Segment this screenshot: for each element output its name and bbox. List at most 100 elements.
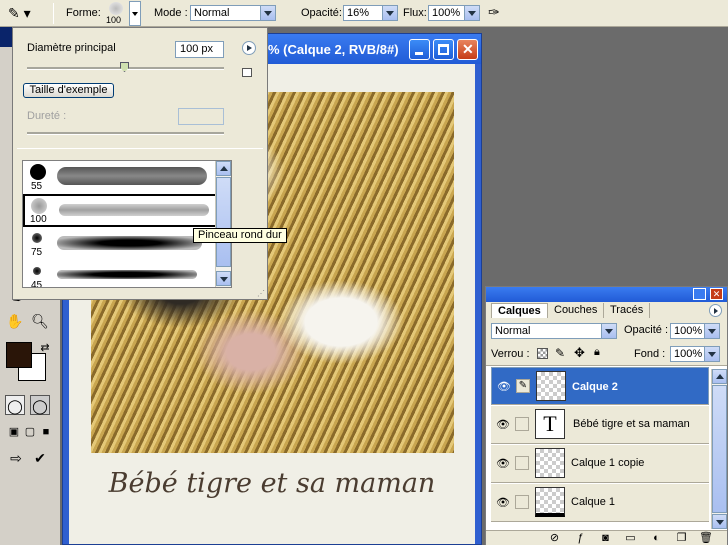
flux-label: Flux:: [403, 7, 427, 19]
layers-palette-header[interactable]: ✕: [486, 287, 727, 302]
brush-preview-picker[interactable]: 100: [104, 1, 128, 26]
diameter-input[interactable]: 100 px: [175, 41, 224, 58]
brush-size-label: 100: [30, 214, 47, 225]
layer-row[interactable]: 👁︎ Calque 1: [491, 484, 709, 522]
fill-value: 100%: [674, 348, 703, 360]
swap-colors-icon[interactable]: ⇄: [35, 338, 55, 358]
brush-preset-list[interactable]: 55 100 75 45: [22, 160, 232, 288]
close-button[interactable]: ✕: [457, 39, 478, 60]
airbrush-icon[interactable]: ✑: [488, 4, 508, 22]
arrow-right-icon: [247, 45, 252, 51]
brush-size-label: 45: [31, 280, 43, 288]
palette-menu-icon[interactable]: [709, 304, 722, 317]
chevron-down-icon: [601, 324, 616, 338]
opacity-field[interactable]: 16%: [343, 5, 398, 21]
layers-footer-toolbar: ⊘ ƒ ◙ ▭ ◐ ❐ 🗑︎: [486, 530, 727, 545]
layer-row[interactable]: 👁︎ ✎ Calque 2: [491, 367, 709, 405]
lock-transparency-icon[interactable]: [537, 348, 548, 359]
close-button[interactable]: ✕: [710, 288, 723, 300]
lock-all-icon[interactable]: 🔒︎: [594, 346, 600, 359]
chevron-down-icon: [716, 520, 724, 525]
scroll-thumb[interactable]: [712, 385, 727, 513]
eye-icon[interactable]: 👁︎: [495, 418, 511, 432]
brush-stroke-preview: [59, 204, 209, 216]
arrow-right-icon[interactable]: [704, 324, 719, 338]
diameter-slider-thumb[interactable]: [120, 62, 129, 72]
scroll-down-button[interactable]: [216, 271, 231, 286]
hardness-label: Dureté :: [27, 110, 67, 122]
brush-icon[interactable]: ✎: [516, 379, 530, 393]
layer-row[interactable]: 👁︎ T Bébé tigre et sa maman: [491, 406, 709, 444]
brush-preset-item-selected[interactable]: 100: [23, 194, 217, 227]
brush-preset-item[interactable]: 55: [23, 161, 217, 194]
scroll-thumb[interactable]: [216, 177, 231, 267]
tab-channels[interactable]: Couches: [548, 303, 605, 318]
link-icon[interactable]: [515, 417, 529, 431]
layer-opacity-field[interactable]: 100%: [670, 323, 720, 339]
brush-preset-item[interactable]: 45: [23, 260, 217, 288]
lock-pixels-icon[interactable]: ✎: [555, 346, 565, 360]
new-group-icon[interactable]: ▭: [624, 532, 637, 544]
scroll-up-button[interactable]: [712, 369, 727, 384]
hardness-slider[interactable]: [27, 132, 224, 135]
quick-mask-mode-icon[interactable]: ◯: [30, 395, 50, 415]
tab-layers[interactable]: Calques: [491, 303, 548, 318]
photo-caption: Bébé tigre et sa maman: [108, 468, 436, 499]
eye-icon[interactable]: 👁︎: [495, 457, 511, 471]
arrow-right-icon[interactable]: [464, 6, 479, 20]
arrow-right-icon[interactable]: [382, 6, 397, 20]
edit-icon[interactable]: ✔: [30, 448, 50, 468]
layer-style-icon[interactable]: ƒ: [574, 532, 587, 544]
eye-icon[interactable]: 👁︎: [495, 496, 511, 510]
layer-mask-icon[interactable]: ◙: [599, 532, 612, 544]
standard-mode-icon[interactable]: ◯: [5, 395, 25, 415]
brush-preset-item[interactable]: 75: [23, 227, 217, 260]
resize-grip-icon[interactable]: ⋰: [257, 289, 267, 299]
hand-tool-icon[interactable]: ✋: [5, 311, 25, 331]
mode-select-value: Normal: [194, 7, 230, 19]
chevron-up-icon: [716, 374, 724, 379]
brush-size-label: 75: [31, 247, 43, 258]
mode-select[interactable]: Normal: [190, 5, 276, 21]
layer-row[interactable]: 👁︎ Calque 1 copie: [491, 445, 709, 483]
eye-icon[interactable]: 👁︎: [496, 380, 512, 394]
jump-to-imageready-icon[interactable]: ⇨: [6, 448, 26, 468]
maximize-button[interactable]: [433, 39, 454, 60]
fill-field[interactable]: 100%: [670, 346, 720, 362]
flux-field[interactable]: 100%: [428, 5, 480, 21]
minimize-button[interactable]: [409, 39, 430, 60]
trash-icon[interactable]: 🗑︎: [699, 532, 713, 544]
layer-name: Calque 1 copie: [571, 457, 645, 469]
brush-tip-icon: [32, 233, 42, 243]
layer-name: Calque 1: [571, 496, 616, 508]
adjustment-layer-icon[interactable]: ◐: [650, 532, 663, 544]
brush-tip-icon: [31, 198, 47, 214]
arrow-right-icon[interactable]: [704, 347, 719, 361]
screen-mode-black-icon[interactable]: ■: [36, 422, 56, 442]
layers-palette: ✕ Calques Couches Tracés Normal Opacité …: [485, 286, 728, 545]
layer-list[interactable]: 👁︎ ✎ Calque 2 👁︎ T Bébé tigre et sa mama…: [486, 365, 727, 530]
link-layers-icon[interactable]: ⊘: [548, 532, 561, 544]
blend-mode-select[interactable]: Normal: [491, 323, 617, 339]
brush-tool-icon[interactable]: ✎ ▾: [8, 4, 38, 22]
tab-paths[interactable]: Tracés: [604, 303, 651, 318]
popup-menu-button[interactable]: [242, 41, 256, 55]
opacity-label: Opacité:: [301, 7, 342, 19]
lock-position-icon[interactable]: ✥: [574, 345, 585, 361]
new-layer-icon[interactable]: ❐: [675, 532, 688, 544]
scroll-down-button[interactable]: [712, 514, 727, 529]
layer-list-scrollbar[interactable]: [711, 369, 727, 529]
foreground-color-swatch[interactable]: [6, 342, 32, 368]
chevron-down-icon: [132, 12, 138, 16]
reset-brush-icon[interactable]: [242, 68, 252, 77]
link-icon[interactable]: [515, 456, 529, 470]
scroll-up-button[interactable]: [216, 161, 231, 176]
zoom-tool-icon[interactable]: 🔍︎: [30, 311, 50, 331]
brush-dropdown-button[interactable]: [129, 1, 141, 26]
brush-list-scrollbar[interactable]: [215, 161, 231, 287]
hardness-input[interactable]: [178, 108, 224, 125]
minimize-button[interactable]: [693, 288, 706, 300]
sample-size-button[interactable]: Taille d'exemple: [23, 83, 114, 98]
brush-tip-icon: [33, 267, 41, 275]
link-icon[interactable]: [515, 495, 529, 509]
